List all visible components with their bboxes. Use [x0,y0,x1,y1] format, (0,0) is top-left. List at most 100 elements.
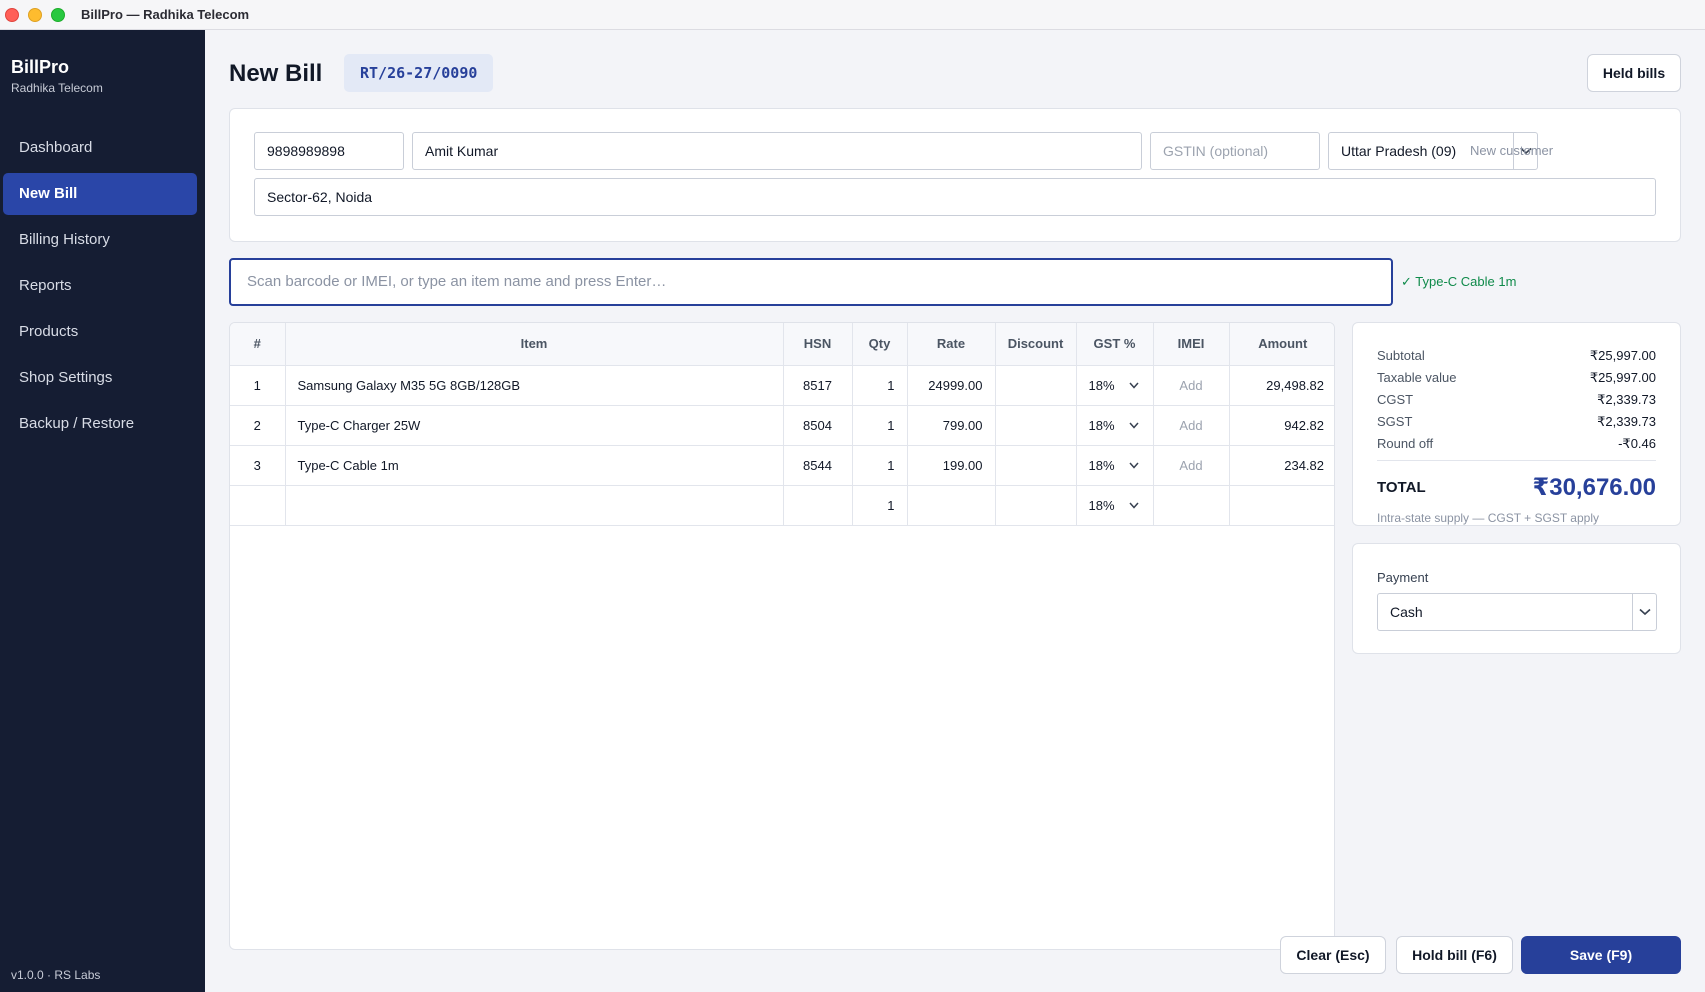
cgst-row: CGST ₹2,339.73 [1377,389,1656,411]
column-header-amount: Amount [1229,323,1334,366]
gst-select[interactable]: 18% [1076,405,1154,446]
gst-value: 18% [1088,457,1115,473]
zoom-window-button[interactable] [51,7,65,22]
column-header-item: Item [285,323,784,366]
qty-cell[interactable]: 1 [852,405,908,446]
subtotal-value: ₹25,997.00 [1589,348,1656,363]
qty-cell[interactable]: 1 [852,445,908,486]
column-header-qty: Qty [852,323,908,366]
hold-bill-button[interactable]: Hold bill (F6) [1396,936,1513,974]
hsn-cell[interactable]: 8504 [783,405,853,446]
items-table: # Item HSN Qty Rate Discount GST % IMEI … [230,323,1334,526]
imei-add-link[interactable]: Add [1153,405,1230,446]
customer-card: 9898989898 Amit Kumar GSTIN (optional) U… [229,108,1681,242]
table-row: 1 Samsung Galaxy M35 5G 8GB/128GB 8517 1… [230,365,1334,406]
sidebar-item-billing-history[interactable]: Billing History [3,219,197,261]
sidebar: BillPro Radhika Telecom Dashboard New Bi… [0,30,205,992]
held-bills-button[interactable]: Held bills [1587,54,1681,92]
customer-phone-input[interactable]: 9898989898 [254,132,404,170]
scan-input[interactable]: Scan barcode or IMEI, or type an item na… [229,258,1393,306]
row-number [230,485,286,526]
total-value: ₹30,676.00 [1532,473,1656,501]
customer-name-input[interactable]: Amit Kumar [412,132,1142,170]
cgst-value: ₹2,339.73 [1597,392,1656,407]
window-titlebar: BillPro — Radhika Telecom [0,0,1705,30]
gst-select[interactable]: 18% [1076,485,1154,526]
window-title: BillPro — Radhika Telecom [81,7,250,22]
subtotal-label: Subtotal [1377,348,1425,363]
roundoff-value: -₹0.46 [1618,436,1656,451]
sidebar-item-reports[interactable]: Reports [3,265,197,307]
discount-cell[interactable] [995,445,1077,486]
gst-value: 18% [1088,417,1115,433]
gst-select[interactable]: 18% [1076,445,1154,486]
column-header-imei: IMEI [1153,323,1230,366]
sidebar-item-new-bill[interactable]: New Bill [3,173,197,215]
sidebar-item-backup-restore[interactable]: Backup / Restore [3,403,197,445]
column-header-rate: Rate [907,323,996,366]
bill-number-badge: RT/26-27/0090 [344,54,494,92]
sidebar-item-products[interactable]: Products [3,311,197,353]
imei-add-link[interactable]: Add [1153,365,1230,406]
item-name-cell[interactable] [285,485,784,526]
roundoff-label: Round off [1377,436,1434,451]
minimize-window-button[interactable] [28,7,42,22]
rate-cell[interactable] [907,485,996,526]
column-header-no: # [230,323,286,366]
shop-name: Radhika Telecom [11,81,103,95]
gst-value: 18% [1088,377,1115,393]
chevron-down-icon [1128,382,1139,389]
sidebar-nav: Dashboard New Bill Billing History Repor… [0,127,205,445]
discount-cell[interactable] [995,365,1077,406]
sgst-value: ₹2,339.73 [1597,414,1656,429]
gst-value: 18% [1088,497,1115,513]
save-button[interactable]: Save (F9) [1521,936,1681,974]
hsn-cell[interactable] [783,485,853,526]
roundoff-row: Round off -₹0.46 [1377,433,1656,455]
totals-card: Subtotal ₹25,997.00 Taxable value ₹25,997.… [1352,322,1681,526]
close-window-button[interactable] [5,7,19,22]
gst-select[interactable]: 18% [1076,365,1154,406]
table-row: 2 Type-C Charger 25W 8504 1 799.00 18% A… [230,405,1334,446]
gstin-input[interactable]: GSTIN (optional) [1150,132,1320,170]
qty-cell[interactable]: 1 [852,485,908,526]
rate-cell[interactable]: 799.00 [907,405,996,446]
table-row: 3 Type-C Cable 1m 8544 1 199.00 18% Add … [230,445,1334,486]
imei-add-link[interactable] [1153,485,1230,526]
column-header-discount: Discount [995,323,1077,366]
payment-card: Payment Cash [1352,543,1681,654]
chevron-down-icon [1128,422,1139,429]
item-name-cell[interactable]: Type-C Charger 25W [285,405,784,446]
customer-status-label: New customer [1470,143,1554,158]
customer-address-input[interactable]: Sector-62, Noida [254,178,1656,216]
qty-cell[interactable]: 1 [852,365,908,406]
amount-cell [1229,485,1334,526]
hsn-cell[interactable]: 8544 [783,445,853,486]
sidebar-item-dashboard[interactable]: Dashboard [3,127,197,169]
clear-button[interactable]: Clear (Esc) [1280,936,1386,974]
discount-cell[interactable] [995,405,1077,446]
item-name-cell[interactable]: Samsung Galaxy M35 5G 8GB/128GB [285,365,784,406]
rate-cell[interactable]: 24999.00 [907,365,996,406]
discount-cell[interactable] [995,485,1077,526]
rate-cell[interactable]: 199.00 [907,445,996,486]
cgst-label: CGST [1377,392,1414,407]
supply-note: Intra-state supply — CGST + SGST apply [1377,511,1599,525]
chevron-down-icon [1128,502,1139,509]
taxable-row: Taxable value ₹25,997.00 [1377,367,1656,389]
main-content: New Bill RT/26-27/0090 Held bills 989898… [205,30,1705,992]
amount-cell: 942.82 [1229,405,1334,446]
items-table-card: # Item HSN Qty Rate Discount GST % IMEI … [229,322,1335,950]
totals-divider [1377,460,1656,461]
sidebar-item-shop-settings[interactable]: Shop Settings [3,357,197,399]
payment-method-select[interactable]: Cash [1377,593,1657,631]
table-row-empty: 1 18% [230,485,1334,526]
imei-add-link[interactable]: Add [1153,445,1230,486]
taxable-value: ₹25,997.00 [1589,370,1656,385]
state-select-value: Uttar Pradesh (09) [1341,143,1457,159]
column-header-gst: GST % [1076,323,1154,366]
amount-cell: 29,498.82 [1229,365,1334,406]
sgst-label: SGST [1377,414,1413,429]
hsn-cell[interactable]: 8517 [783,365,853,406]
item-name-cell[interactable]: Type-C Cable 1m [285,445,784,486]
